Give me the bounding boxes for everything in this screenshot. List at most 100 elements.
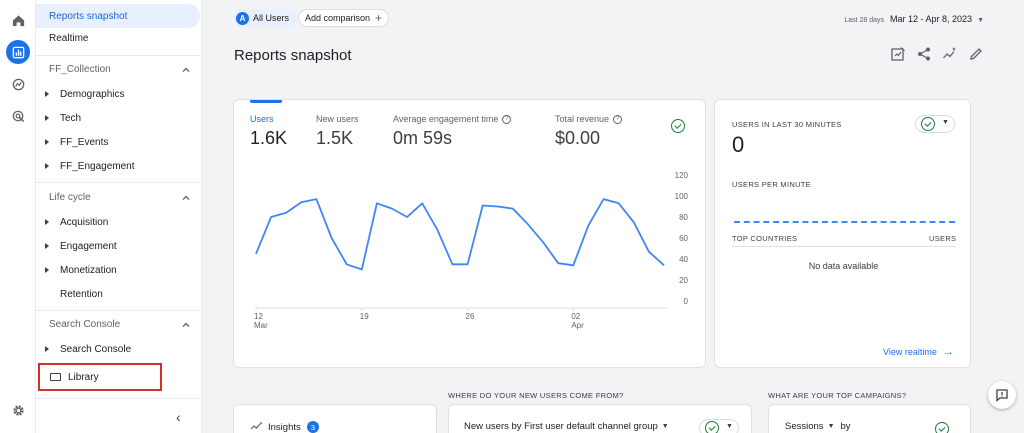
metrics-chart-card: Users 1.6K New users 1.5K Average engage… [233,99,706,368]
section-search-console[interactable]: Search Console [49,319,120,330]
dropdown-caret-icon: ▼ [661,423,669,430]
chevron-up-icon[interactable] [181,193,191,203]
y-tick-label: 100 [675,192,689,201]
expand-arrow-icon [45,115,49,121]
divider [732,246,956,247]
section-ff-collection[interactable]: FF_Collection [49,64,111,75]
segment-chip[interactable]: A All Users [234,9,298,27]
insights-count-badge: 3 [307,421,319,433]
divider [36,398,200,399]
date-range-prefix: Last 28 days [844,17,885,24]
x-tick-day-label: 19 [360,312,369,321]
y-tick-label: 80 [679,213,688,222]
expand-arrow-icon [45,163,49,169]
section-life-cycle[interactable]: Life cycle [49,192,91,203]
home-icon[interactable] [6,8,30,32]
report-nav: Reports snapshot Realtime FF_Collection … [36,0,202,433]
settings-gear-icon[interactable] [6,398,30,422]
divider [36,310,200,311]
data-quality-check-icon [921,117,935,131]
reports-icon[interactable] [6,40,30,64]
campaigns-metric-selector[interactable]: Sessions ▼ by [785,421,851,432]
x-tick-day-label: 26 [466,312,475,321]
realtime-status-dropdown[interactable]: ▼ [915,115,955,133]
new-users-source-heading: WHERE DO YOUR NEW USERS COME FROM? [448,391,624,400]
dropdown-caret-icon: ▼ [977,17,984,24]
feedback-button[interactable] [988,381,1016,409]
date-range-picker[interactable]: Last 28 days Mar 12 - Apr 8, 2023 ▼ [844,14,984,24]
users-per-minute-label: USERS PER MINUTE [732,180,811,189]
y-tick-label: 40 [679,255,688,264]
expand-arrow-icon [45,91,49,97]
x-tick-day-label: 12 [254,312,263,321]
data-quality-check-icon [705,421,719,433]
expand-arrow-icon [45,346,49,352]
users-column-header: USERS [929,234,957,243]
new-users-dimension-selector[interactable]: New users by First user default channel … [464,421,669,432]
divider [36,55,200,56]
expand-arrow-icon [45,219,49,225]
y-tick-label: 60 [679,234,688,243]
realtime-user-count: 0 [732,132,745,157]
date-range-value: Mar 12 - Apr 8, 2023 [890,14,973,24]
title-actions [890,46,984,62]
add-comparison-label: Add comparison [305,13,371,23]
view-realtime-link[interactable]: View realtime → [883,346,954,358]
dropdown-caret-icon: ▼ [726,423,733,430]
x-tick-day-label: 02 [571,312,580,321]
divider [36,182,200,183]
data-quality-dropdown[interactable]: ▼ [699,419,739,433]
expand-arrow-icon [45,267,49,273]
nav-tech[interactable]: Tech [36,106,200,130]
nav-monetization[interactable]: Monetization [36,258,200,282]
y-tick-label: 20 [679,276,688,285]
users-per-minute-sparkline [734,221,955,223]
dropdown-caret-icon: ▼ [942,119,949,126]
nav-engagement[interactable]: Engagement [36,234,200,258]
no-data-message: No data available [808,261,879,271]
nav-ff-engagement[interactable]: FF_Engagement [36,154,200,178]
dropdown-caret-icon: ▼ [827,423,835,430]
explore-icon[interactable] [6,72,30,96]
expand-arrow-icon [45,139,49,145]
nav-realtime[interactable]: Realtime [36,26,200,50]
nav-retention[interactable]: Retention [36,282,200,306]
advertising-icon[interactable] [6,104,30,128]
x-tick-month-label: Mar [254,321,268,330]
nav-acquisition[interactable]: Acquisition [36,210,200,234]
segment-avatar: A [236,11,249,25]
collapse-chevron-left-icon[interactable]: ‹ [176,409,181,425]
chevron-up-icon[interactable] [181,65,191,75]
edit-pencil-icon[interactable] [968,46,984,62]
insights-card: Insights 3 [233,404,437,433]
insights-title: Insights [268,422,301,433]
top-campaigns-heading: WHAT ARE YOUR TOP CAMPAIGNS? [768,391,907,400]
users-last-30-label: USERS IN LAST 30 MINUTES [732,120,842,129]
users-series-line[interactable] [255,198,665,271]
top-bar: A All Users Add comparison + Last 28 day… [202,0,1024,36]
nav-reports-snapshot[interactable]: Reports snapshot [36,4,200,28]
top-countries-header: TOP COUNTRIES [732,234,798,243]
y-tick-label: 120 [675,171,689,180]
chevron-up-icon[interactable] [181,320,191,330]
insights-sparkle-icon[interactable] [942,46,958,62]
page-title: Reports snapshot [234,47,352,64]
x-tick-month-label: Apr [571,321,584,330]
feedback-icon [996,389,1008,402]
data-quality-check-icon[interactable] [935,422,949,433]
realtime-card: USERS IN LAST 30 MINUTES ▼ 0 USERS PER M… [714,99,971,368]
add-comparison-button[interactable]: Add comparison + [298,9,390,27]
customize-report-icon[interactable] [890,46,906,62]
arrow-right-icon: → [942,346,954,358]
folder-icon [50,373,61,381]
nav-search-console[interactable]: Search Console [36,337,200,361]
share-icon[interactable] [916,46,932,62]
nav-library[interactable]: Library [38,363,162,391]
plus-icon: + [375,11,383,25]
new-users-card: New users by First user default channel … [448,404,752,433]
campaigns-card: Sessions ▼ by [768,404,971,433]
users-line-chart: 120 100 80 60 40 20 0 12Mar 19 26 02Apr [254,171,689,330]
nav-demographics[interactable]: Demographics [36,82,200,106]
y-tick-label: 0 [684,297,689,306]
nav-ff-events[interactable]: FF_Events [36,130,200,154]
